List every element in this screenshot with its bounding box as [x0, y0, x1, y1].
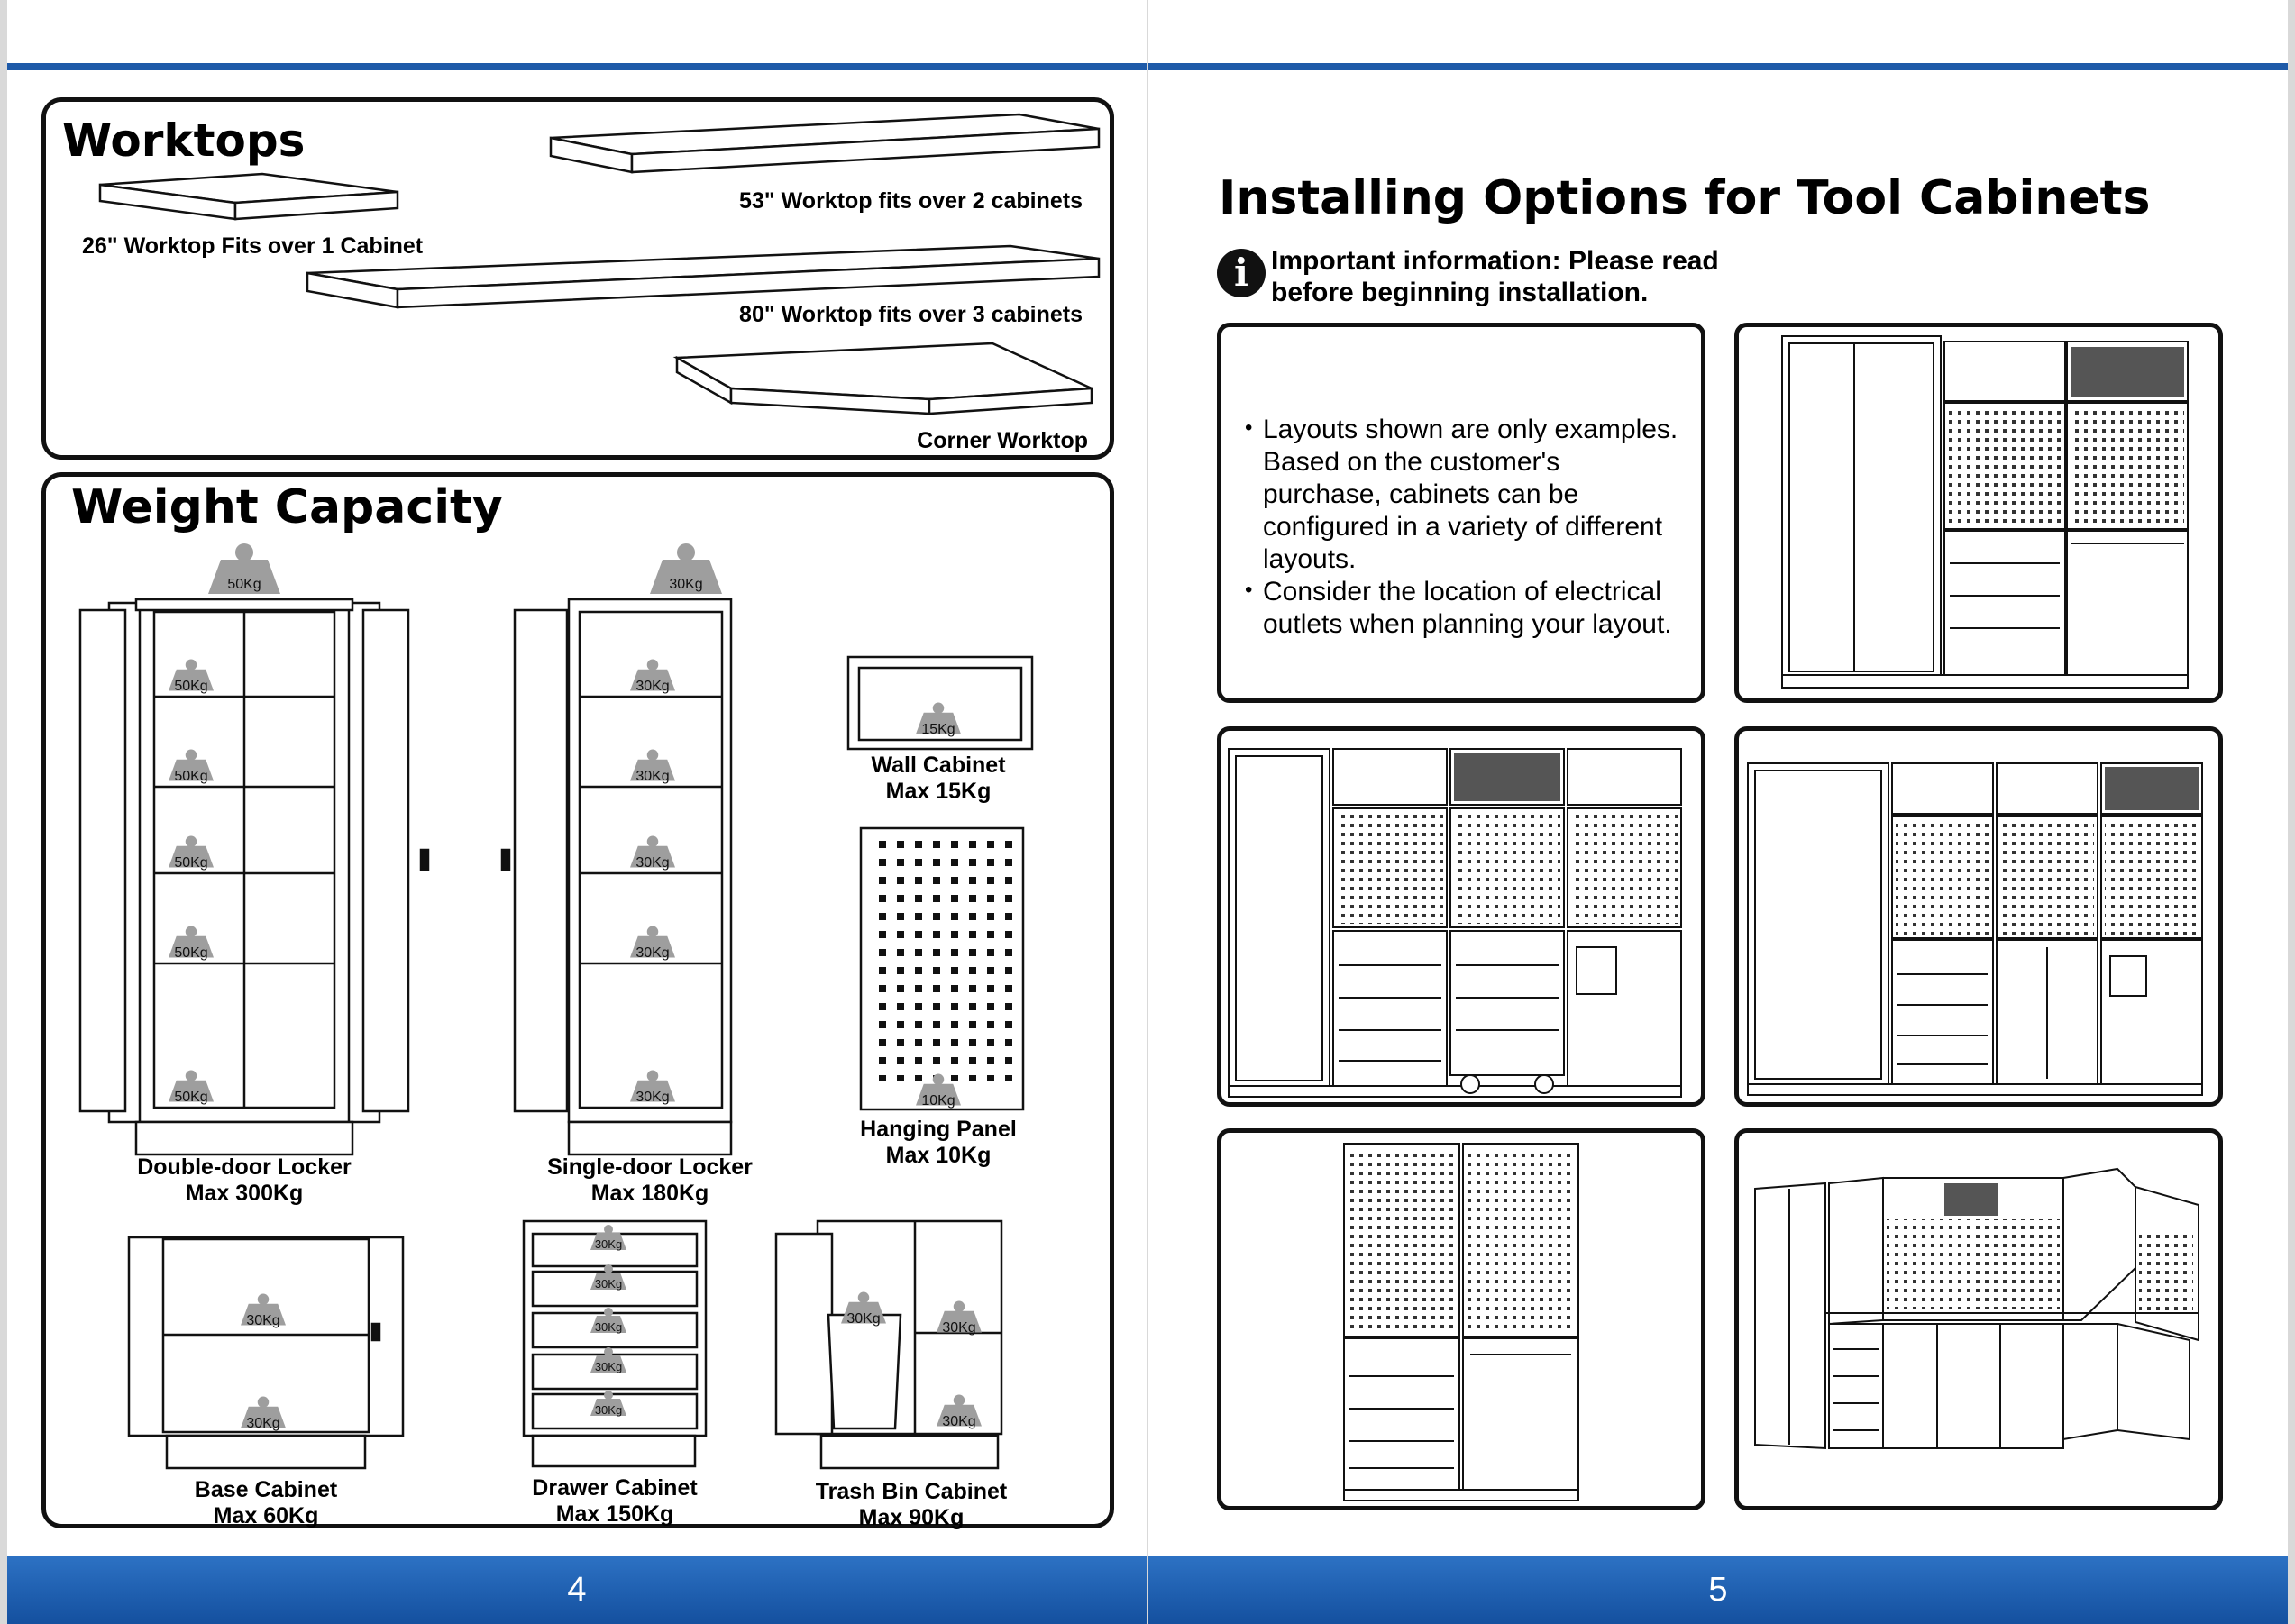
wall-cabinet-weight: 15Kg [921, 722, 955, 737]
important-notice: Important information: Please read befor… [1271, 246, 1719, 307]
single-door-shelf-4-weight: 30Kg [635, 945, 669, 961]
layout-option-5 [1734, 1128, 2223, 1510]
layout-option-4-drawing [1343, 1143, 1579, 1501]
base-cabinet-shelf-2-weight: 30Kg [246, 1416, 279, 1431]
double-door-shelf-3-weight: 50Kg [174, 855, 207, 871]
page-4: Worktops 26" Worktop Fits over 1 Cabinet… [7, 0, 1147, 1624]
single-door-locker-label: Single-door Locker Max 180Kg [547, 1154, 753, 1206]
base-cabinet-label: Base Cabinet Max 60Kg [194, 1477, 338, 1528]
drawer-5-weight: 30Kg [595, 1403, 622, 1417]
info-icon: i [1217, 249, 1266, 297]
hanging-panel-weight: 10Kg [921, 1093, 955, 1109]
page-5: Installing Options for Tool Cabinets i I… [1148, 0, 2288, 1624]
hanging-panel-label: Hanging Panel Max 10Kg [860, 1117, 1017, 1168]
layout-option-3 [1734, 726, 2223, 1107]
page-number: 4 [567, 1571, 587, 1609]
wall-cabinet-label: Wall Cabinet Max 15Kg [871, 753, 1006, 804]
layout-option-2 [1217, 726, 1705, 1107]
layout-option-5-drawing [1754, 1167, 2199, 1450]
corner-worktop-label: Corner Worktop [917, 428, 1088, 453]
page-footer-right: 5 [1148, 1556, 2288, 1624]
double-door-shelf-5-weight: 50Kg [174, 1090, 207, 1105]
trash-bin-weight-2: 30Kg [942, 1320, 975, 1336]
note-item: Layouts shown are only examples. Based o… [1245, 412, 1683, 576]
double-door-shelf-4-weight: 50Kg [174, 945, 207, 961]
single-door-top-weight: 30Kg [669, 577, 702, 592]
note-item: Consider the location of electrical outl… [1245, 574, 1683, 641]
brochure-spread: Worktops 26" Worktop Fits over 1 Cabinet… [0, 0, 2295, 1624]
single-door-shelf-1-weight: 30Kg [635, 679, 669, 694]
worktop-80-label: 80" Worktop fits over 3 cabinets [739, 302, 1083, 327]
worktops-section: Worktops 26" Worktop Fits over 1 Cabinet… [41, 97, 1114, 460]
single-door-shelf-5-weight: 30Kg [635, 1090, 669, 1105]
notes-box: Layouts shown are only examples. Based o… [1217, 323, 1705, 703]
header-rule [1148, 63, 2288, 70]
layout-option-4 [1217, 1128, 1705, 1510]
trash-bin-cabinet-label: Trash Bin Cabinet Max 90Kg [815, 1479, 1008, 1530]
trash-bin-weight-3: 30Kg [942, 1414, 975, 1429]
drawer-1-weight: 30Kg [595, 1237, 622, 1251]
layout-option-2-drawing [1228, 748, 1682, 1098]
page-title: Installing Options for Tool Cabinets [1219, 171, 2151, 225]
weight-capacity-section: Weight Capacity 50Kg 30Kg 50Kg 50Kg 50Kg… [41, 472, 1114, 1530]
page-number: 5 [1708, 1571, 1728, 1609]
double-door-shelf-1-weight: 50Kg [174, 679, 207, 694]
drawer-4-weight: 30Kg [595, 1360, 622, 1373]
double-door-shelf-2-weight: 50Kg [174, 769, 207, 784]
base-cabinet-shelf-1-weight: 30Kg [246, 1313, 279, 1328]
single-door-shelf-3-weight: 30Kg [635, 855, 669, 871]
worktops-illustration [98, 113, 1101, 415]
weight-capacity-illustration: 50Kg 30Kg 50Kg 50Kg 50Kg 50Kg 50Kg 30Kg … [78, 543, 1034, 1470]
single-door-shelf-2-weight: 30Kg [635, 769, 669, 784]
drawer-3-weight: 30Kg [595, 1320, 622, 1334]
notes-list: Layouts shown are only examples. Based o… [1245, 412, 1683, 641]
worktop-26-label: 26" Worktop Fits over 1 Cabinet [82, 233, 424, 259]
drawer-cabinet-label: Drawer Cabinet Max 150Kg [532, 1475, 698, 1527]
double-door-locker-label: Double-door Locker Max 300Kg [137, 1154, 352, 1206]
layout-option-3-drawing [1747, 762, 2203, 1096]
double-door-top-weight: 50Kg [227, 577, 261, 592]
layout-option-1 [1734, 323, 2223, 703]
page-footer-left: 4 [7, 1556, 1147, 1624]
worktop-53-label: 53" Worktop fits over 2 cabinets [739, 188, 1083, 214]
trash-bin-weight-1: 30Kg [846, 1311, 880, 1327]
layout-option-1-drawing [1781, 335, 2189, 689]
drawer-2-weight: 30Kg [595, 1277, 622, 1291]
header-rule [7, 63, 1147, 70]
